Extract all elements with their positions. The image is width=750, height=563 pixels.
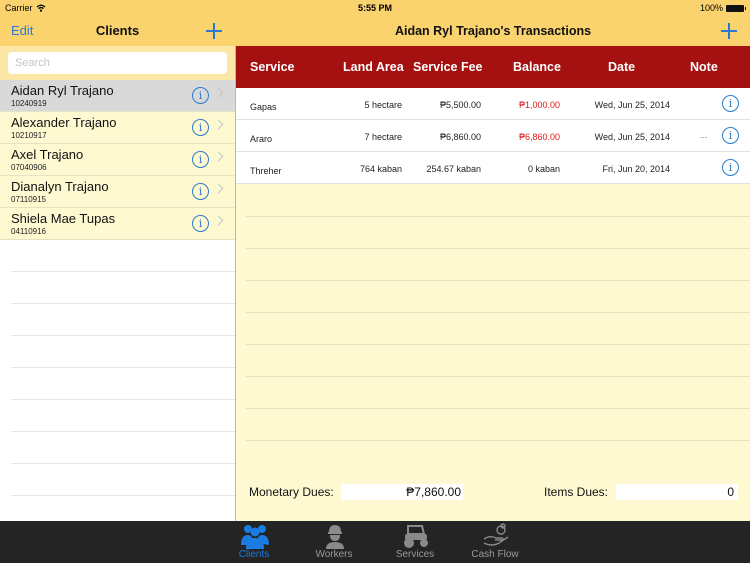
client-name: Shiela Mae Tupas — [11, 211, 116, 226]
client-id: 07110915 — [11, 195, 46, 204]
add-client-button[interactable] — [206, 23, 222, 39]
monetary-dues-label: Monetary Dues: — [249, 485, 334, 499]
clock: 5:55 PM — [357, 3, 392, 13]
transactions-title: Aidan Ryl Trajano's Transactions — [394, 24, 592, 38]
info-icon[interactable]: i — [192, 119, 209, 136]
chevron-right-icon — [213, 151, 224, 162]
column-header-land-area: Land Area — [343, 60, 404, 74]
search-bar — [0, 46, 235, 80]
client-id: 10240919 — [11, 99, 47, 108]
info-icon[interactable]: i — [192, 183, 209, 200]
client-name: Axel Trajano — [11, 147, 84, 162]
monetary-dues-value: ₱7,860.00 — [341, 484, 463, 500]
client-id: 04110916 — [11, 227, 46, 236]
chevron-right-icon — [213, 183, 224, 194]
cell-balance: 0 kaban — [527, 164, 560, 174]
empty-list-area — [0, 240, 235, 521]
client-id: 10210917 — [11, 131, 47, 140]
transactions-panel: Service Land Area Service Fee Balance Da… — [236, 46, 750, 521]
tab-cash-flow[interactable]: Cash Flow — [455, 521, 535, 563]
tab-bar: Clients Workers Services Cash Flow — [0, 521, 750, 563]
items-dues-value: 0 — [616, 484, 738, 500]
worker-hardhat-icon — [326, 525, 344, 549]
search-input[interactable] — [8, 52, 227, 74]
column-header-note: Note — [690, 60, 718, 74]
column-header-date: Date — [608, 60, 636, 74]
client-id: 07040906 — [11, 163, 47, 172]
clients-panel: Aidan Ryl Trajano10240919iAlexander Traj… — [0, 46, 235, 521]
cell-service-fee: 254.67 kaban — [426, 164, 481, 174]
tab-label: Cash Flow — [471, 549, 519, 560]
battery-percent: 100% — [699, 3, 723, 13]
chevron-right-icon — [213, 87, 224, 98]
chevron-right-icon — [213, 215, 224, 226]
client-row[interactable]: Axel Trajano 07040906 i — [0, 144, 235, 176]
people-icon — [241, 525, 269, 549]
info-icon[interactable]: i — [192, 151, 209, 168]
info-icon[interactable]: i — [722, 127, 739, 144]
table-header: Service Land Area Service Fee Balance Da… — [236, 46, 750, 88]
transactions-table: Gapas 5 hectare ₱5,500.00 ₱1,000.00 Wed, Jun… — [236, 88, 750, 184]
client-row[interactable]: Shiela Mae Tupas 04110916 i — [0, 208, 235, 240]
cell-date: Wed, Jun 25, 2014 — [594, 132, 670, 142]
client-row[interactable]: Aidan Ryl Trajano 10240919 i — [0, 80, 235, 112]
cell-land-area: 5 hectare — [364, 100, 402, 110]
clients-title: Clients — [95, 23, 140, 38]
column-header-service-fee: Service Fee — [413, 60, 483, 74]
battery-indicator: 100% — [699, 3, 746, 13]
cell-balance: ₱6,860.00 — [518, 132, 560, 142]
client-name: Dianalyn Trajano — [11, 179, 109, 194]
tab-label: Services — [395, 549, 435, 560]
info-icon[interactable]: i — [192, 215, 209, 232]
transaction-row[interactable]: Threher 764 kaban 254.67 kaban 0 kaban Fri, … — [236, 152, 750, 184]
navigation-bar: Carrier 5:55 PM 100% Edit Clients Aidan … — [0, 0, 750, 46]
tab-workers[interactable]: Workers — [294, 521, 374, 563]
status-bar: Carrier 5:55 PM 100% — [0, 0, 750, 16]
cell-land-area: 764 kaban — [359, 164, 402, 174]
tab-label: Workers — [315, 549, 353, 560]
client-name: Alexander Trajano — [11, 115, 117, 130]
cell-service: Araro — [250, 134, 273, 144]
client-list: Aidan Ryl Trajano 10240919 i Alexander Traj… — [0, 80, 235, 240]
tab-clients[interactable]: Clients — [214, 521, 294, 563]
cell-service-fee: ₱5,500.00 — [439, 100, 481, 110]
column-header-balance: Balance — [513, 60, 561, 74]
cell-note: ... — [700, 130, 708, 140]
tab-label: Clients — [238, 549, 270, 560]
tractor-icon — [404, 525, 428, 548]
info-icon[interactable]: i — [192, 87, 209, 104]
client-row[interactable]: Alexander Trajano 10210917 i — [0, 112, 235, 144]
info-icon[interactable]: i — [722, 159, 739, 176]
tab-services[interactable]: Services — [375, 521, 455, 563]
empty-table-area — [246, 185, 750, 445]
hand-money-icon — [483, 523, 509, 546]
cell-service: Threher — [250, 166, 282, 176]
clients-nav: Edit Clients — [0, 16, 235, 46]
add-transaction-button[interactable] — [721, 23, 737, 39]
client-name: Aidan Ryl Trajano — [11, 83, 114, 98]
cell-land-area: 7 hectare — [364, 132, 402, 142]
column-header-service: Service — [250, 60, 295, 74]
info-icon[interactable]: i — [722, 95, 739, 112]
app-window: Carrier 5:55 PM 100% Edit Clients Aidan … — [0, 0, 750, 563]
cell-date: Fri, Jun 20, 2014 — [602, 164, 670, 174]
cell-balance: ₱1,000.00 — [518, 100, 560, 110]
cell-service: Gapas — [250, 102, 277, 112]
transaction-row[interactable]: Gapas 5 hectare ₱5,500.00 ₱1,000.00 Wed, Jun… — [236, 88, 750, 120]
items-dues-label: Items Dues: — [544, 485, 609, 499]
transaction-row[interactable]: Araro 7 hectare ₱6,860.00 ₱6,860.00 Wed, Jun… — [236, 120, 750, 152]
battery-icon — [726, 4, 746, 12]
chevron-right-icon — [213, 119, 224, 130]
client-row[interactable]: Dianalyn Trajano 07110915 i — [0, 176, 235, 208]
cell-service-fee: ₱6,860.00 — [439, 132, 481, 142]
transactions-nav: Aidan Ryl Trajano's Transactions — [236, 16, 750, 46]
dues-summary: Monetary Dues: ₱7,860.00 Items Dues: 0 — [236, 480, 750, 504]
cell-date: Wed, Jun 25, 2014 — [594, 100, 670, 110]
